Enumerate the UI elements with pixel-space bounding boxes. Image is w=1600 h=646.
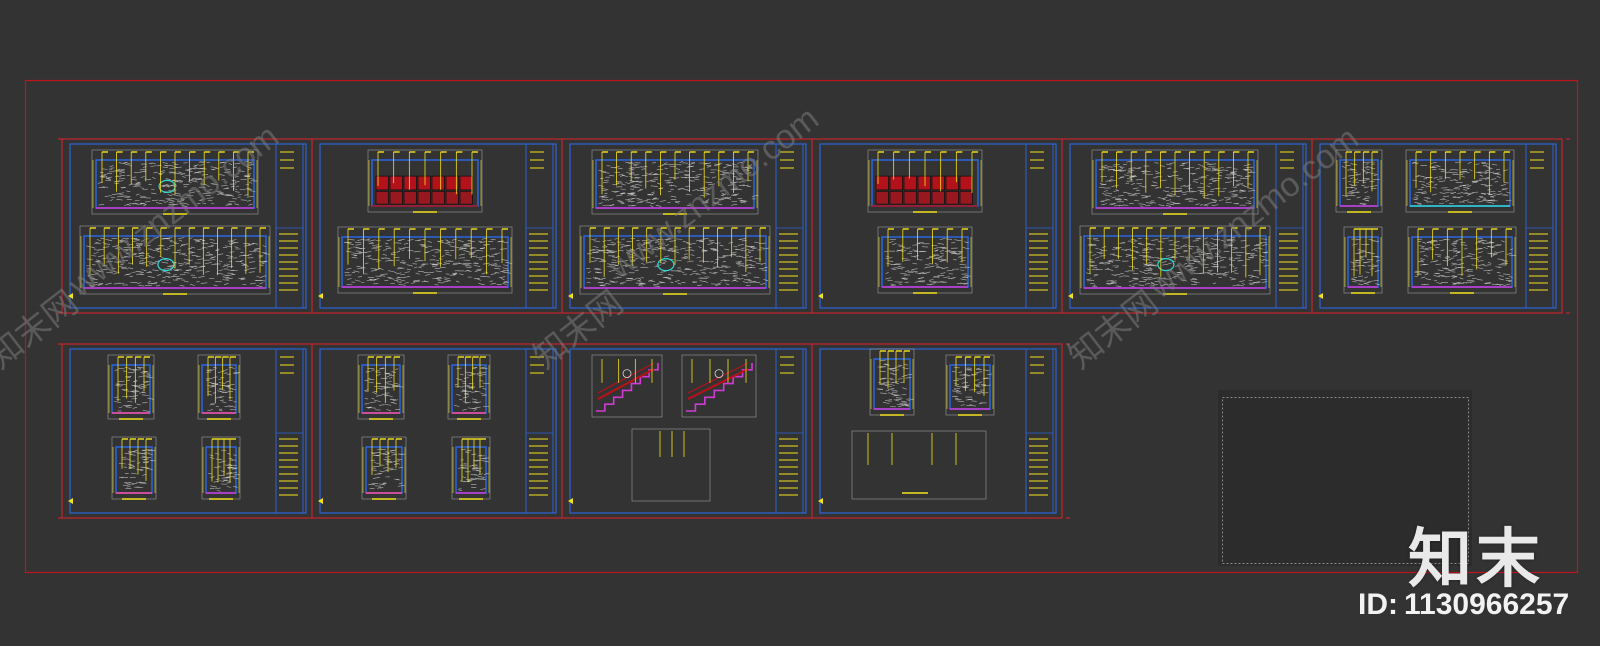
cad-canvas[interactable]: 知末网 知末网 知末网www.znzmo.com www.znzmo.com www.z…	[0, 0, 1600, 646]
id-watermark: ID: 1130966257	[1358, 588, 1569, 622]
id-value: 1130966257	[1404, 588, 1570, 621]
brand-watermark: 知末	[1408, 523, 1544, 597]
id-label: ID:	[1358, 588, 1398, 621]
